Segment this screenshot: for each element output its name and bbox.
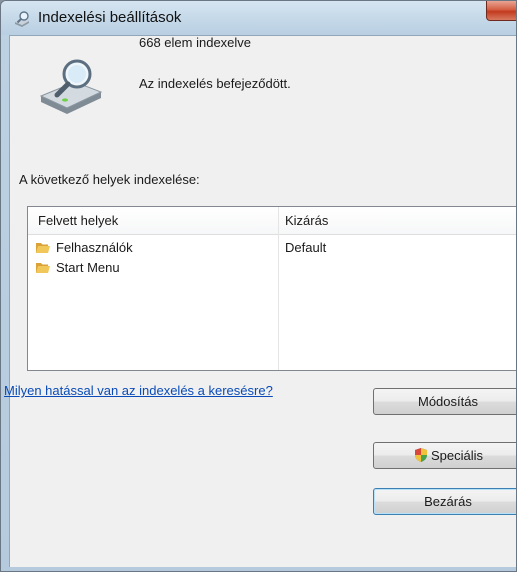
column-header-exclude[interactable]: Kizárás (285, 213, 328, 228)
advanced-button-label: Speciális (430, 448, 484, 463)
close-window-button[interactable] (486, 1, 516, 21)
column-divider (278, 207, 279, 370)
title-bar[interactable]: Indexelési beállítások (1, 1, 516, 35)
list-item[interactable]: Start Menu (28, 258, 516, 278)
indexed-locations-list[interactable]: Felvett helyek Kizárás Felhasználók Defa… (27, 206, 516, 371)
indexing-status-label: Az indexelés befejeződött. (139, 76, 291, 91)
list-header: Felvett helyek Kizárás (28, 207, 516, 235)
location-name: Start Menu (56, 260, 120, 275)
magnifier-drive-icon (15, 11, 29, 27)
folder-icon (36, 263, 50, 273)
window-title: Indexelési beállítások (38, 9, 182, 26)
location-name: Felhasználók (56, 240, 133, 255)
indexing-help-link[interactable]: Milyen hatással van az indexelés a keres… (4, 383, 273, 398)
folder-icon (36, 243, 50, 253)
indexed-count-label: 668 elem indexelve (139, 35, 252, 50)
uac-shield-icon (414, 448, 427, 462)
advanced-button[interactable]: Speciális (373, 442, 516, 469)
column-header-included-locations[interactable]: Felvett helyek (38, 213, 118, 228)
close-button[interactable]: Bezárás (373, 488, 516, 515)
indexing-drive-icon (39, 59, 103, 114)
list-item[interactable]: Felhasználók Default (28, 238, 516, 258)
locations-section-label: A következő helyek indexelése: (19, 172, 200, 187)
location-exclude: Default (285, 240, 327, 255)
indexing-options-window: Indexelési beállítások 668 elem indexelv… (0, 0, 517, 572)
modify-button[interactable]: Módosítás (373, 388, 516, 415)
